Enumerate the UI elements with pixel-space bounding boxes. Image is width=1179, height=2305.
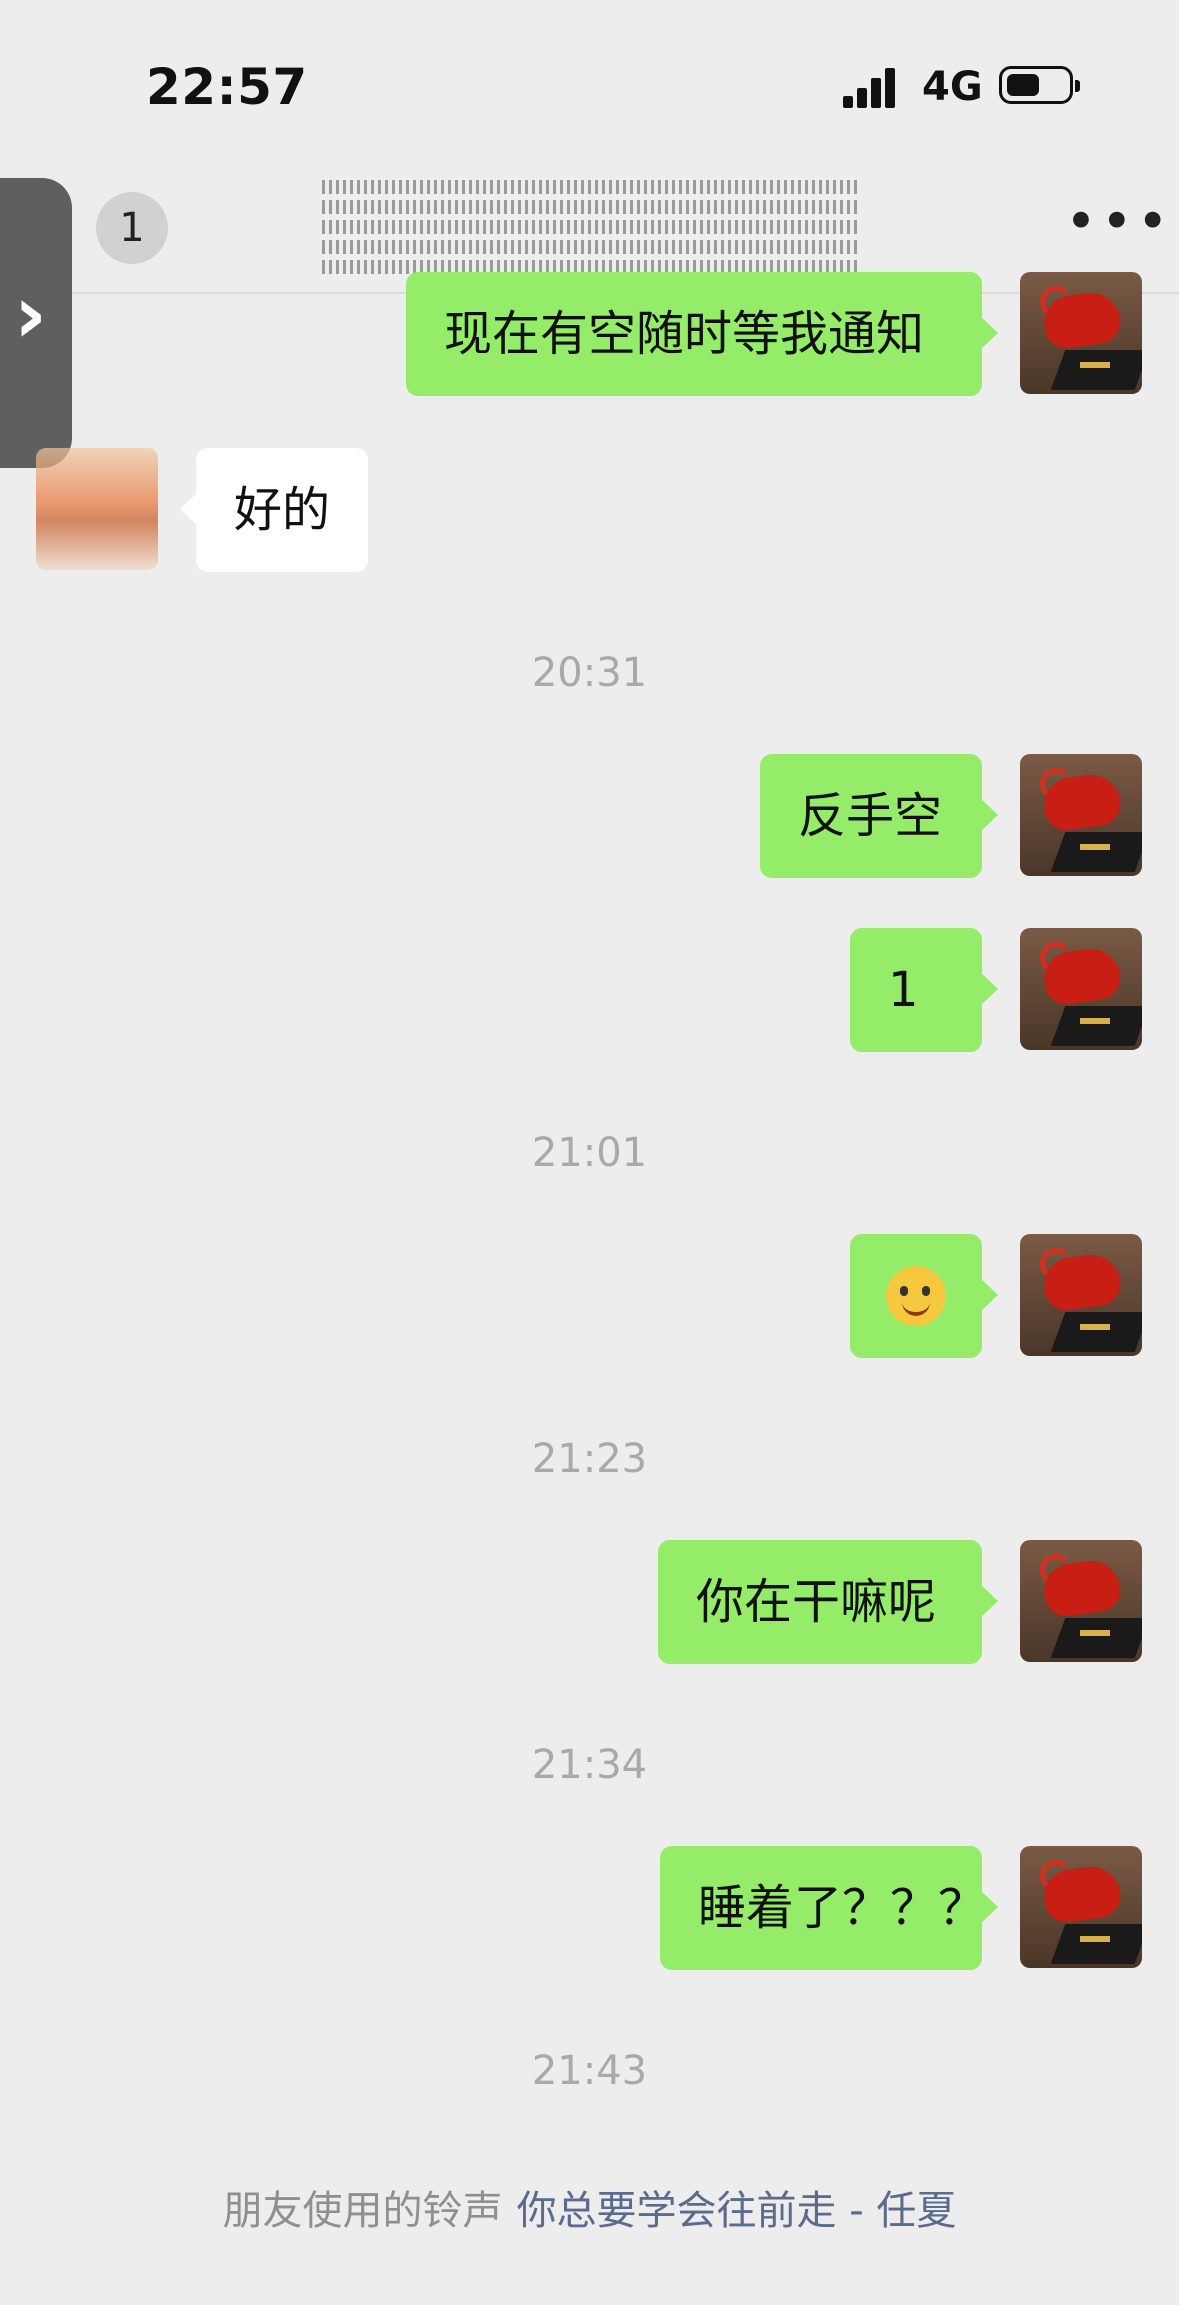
- timestamp: 21:43: [531, 2048, 648, 2094]
- self-avatar[interactable]: [1020, 272, 1142, 394]
- message-bubble-self[interactable]: 反手空: [760, 754, 998, 878]
- chat-title-redacted: [322, 180, 858, 276]
- status-time: 22:57: [146, 58, 308, 116]
- self-avatar[interactable]: [1020, 754, 1142, 876]
- battery-icon: [999, 66, 1073, 104]
- message-bubble-self[interactable]: 睡着了？？？: [660, 1846, 998, 1970]
- side-handle[interactable]: ›: [0, 178, 72, 468]
- message-bubble-peer[interactable]: 好的: [180, 448, 368, 572]
- more-icon[interactable]: •••: [1065, 190, 1173, 253]
- message-bubble-self[interactable]: [850, 1234, 998, 1358]
- self-avatar[interactable]: [1020, 1234, 1142, 1356]
- ringtone-song-link[interactable]: 你总要学会往前走 - 任夏: [517, 2188, 957, 2234]
- timestamp: 20:31: [531, 650, 648, 696]
- peer-avatar[interactable]: [36, 448, 158, 570]
- smiling-face-emoji-icon: [886, 1266, 946, 1326]
- self-avatar[interactable]: [1020, 1846, 1142, 1968]
- self-avatar[interactable]: [1020, 928, 1142, 1050]
- timestamp: 21:34: [531, 1742, 648, 1788]
- message-bubble-self[interactable]: 1: [850, 928, 998, 1052]
- timestamp: 21:01: [531, 1130, 648, 1176]
- battery-tip: [1075, 80, 1080, 92]
- network-label: 4G: [922, 64, 983, 110]
- signal-icon: [843, 66, 903, 108]
- ringtone-info: 朋友使用的铃声 你总要学会往前走 - 任夏: [0, 2178, 1179, 2236]
- message-bubble-self[interactable]: 现在有空随时等我通知: [406, 272, 998, 396]
- timestamp: 21:23: [531, 1436, 648, 1482]
- chevron-right-icon: ›: [14, 268, 47, 361]
- self-avatar[interactable]: [1020, 1540, 1142, 1662]
- unread-badge[interactable]: 1: [96, 192, 168, 264]
- message-bubble-self[interactable]: 你在干嘛呢: [658, 1540, 998, 1664]
- ringtone-label: 朋友使用的铃声: [222, 2188, 503, 2234]
